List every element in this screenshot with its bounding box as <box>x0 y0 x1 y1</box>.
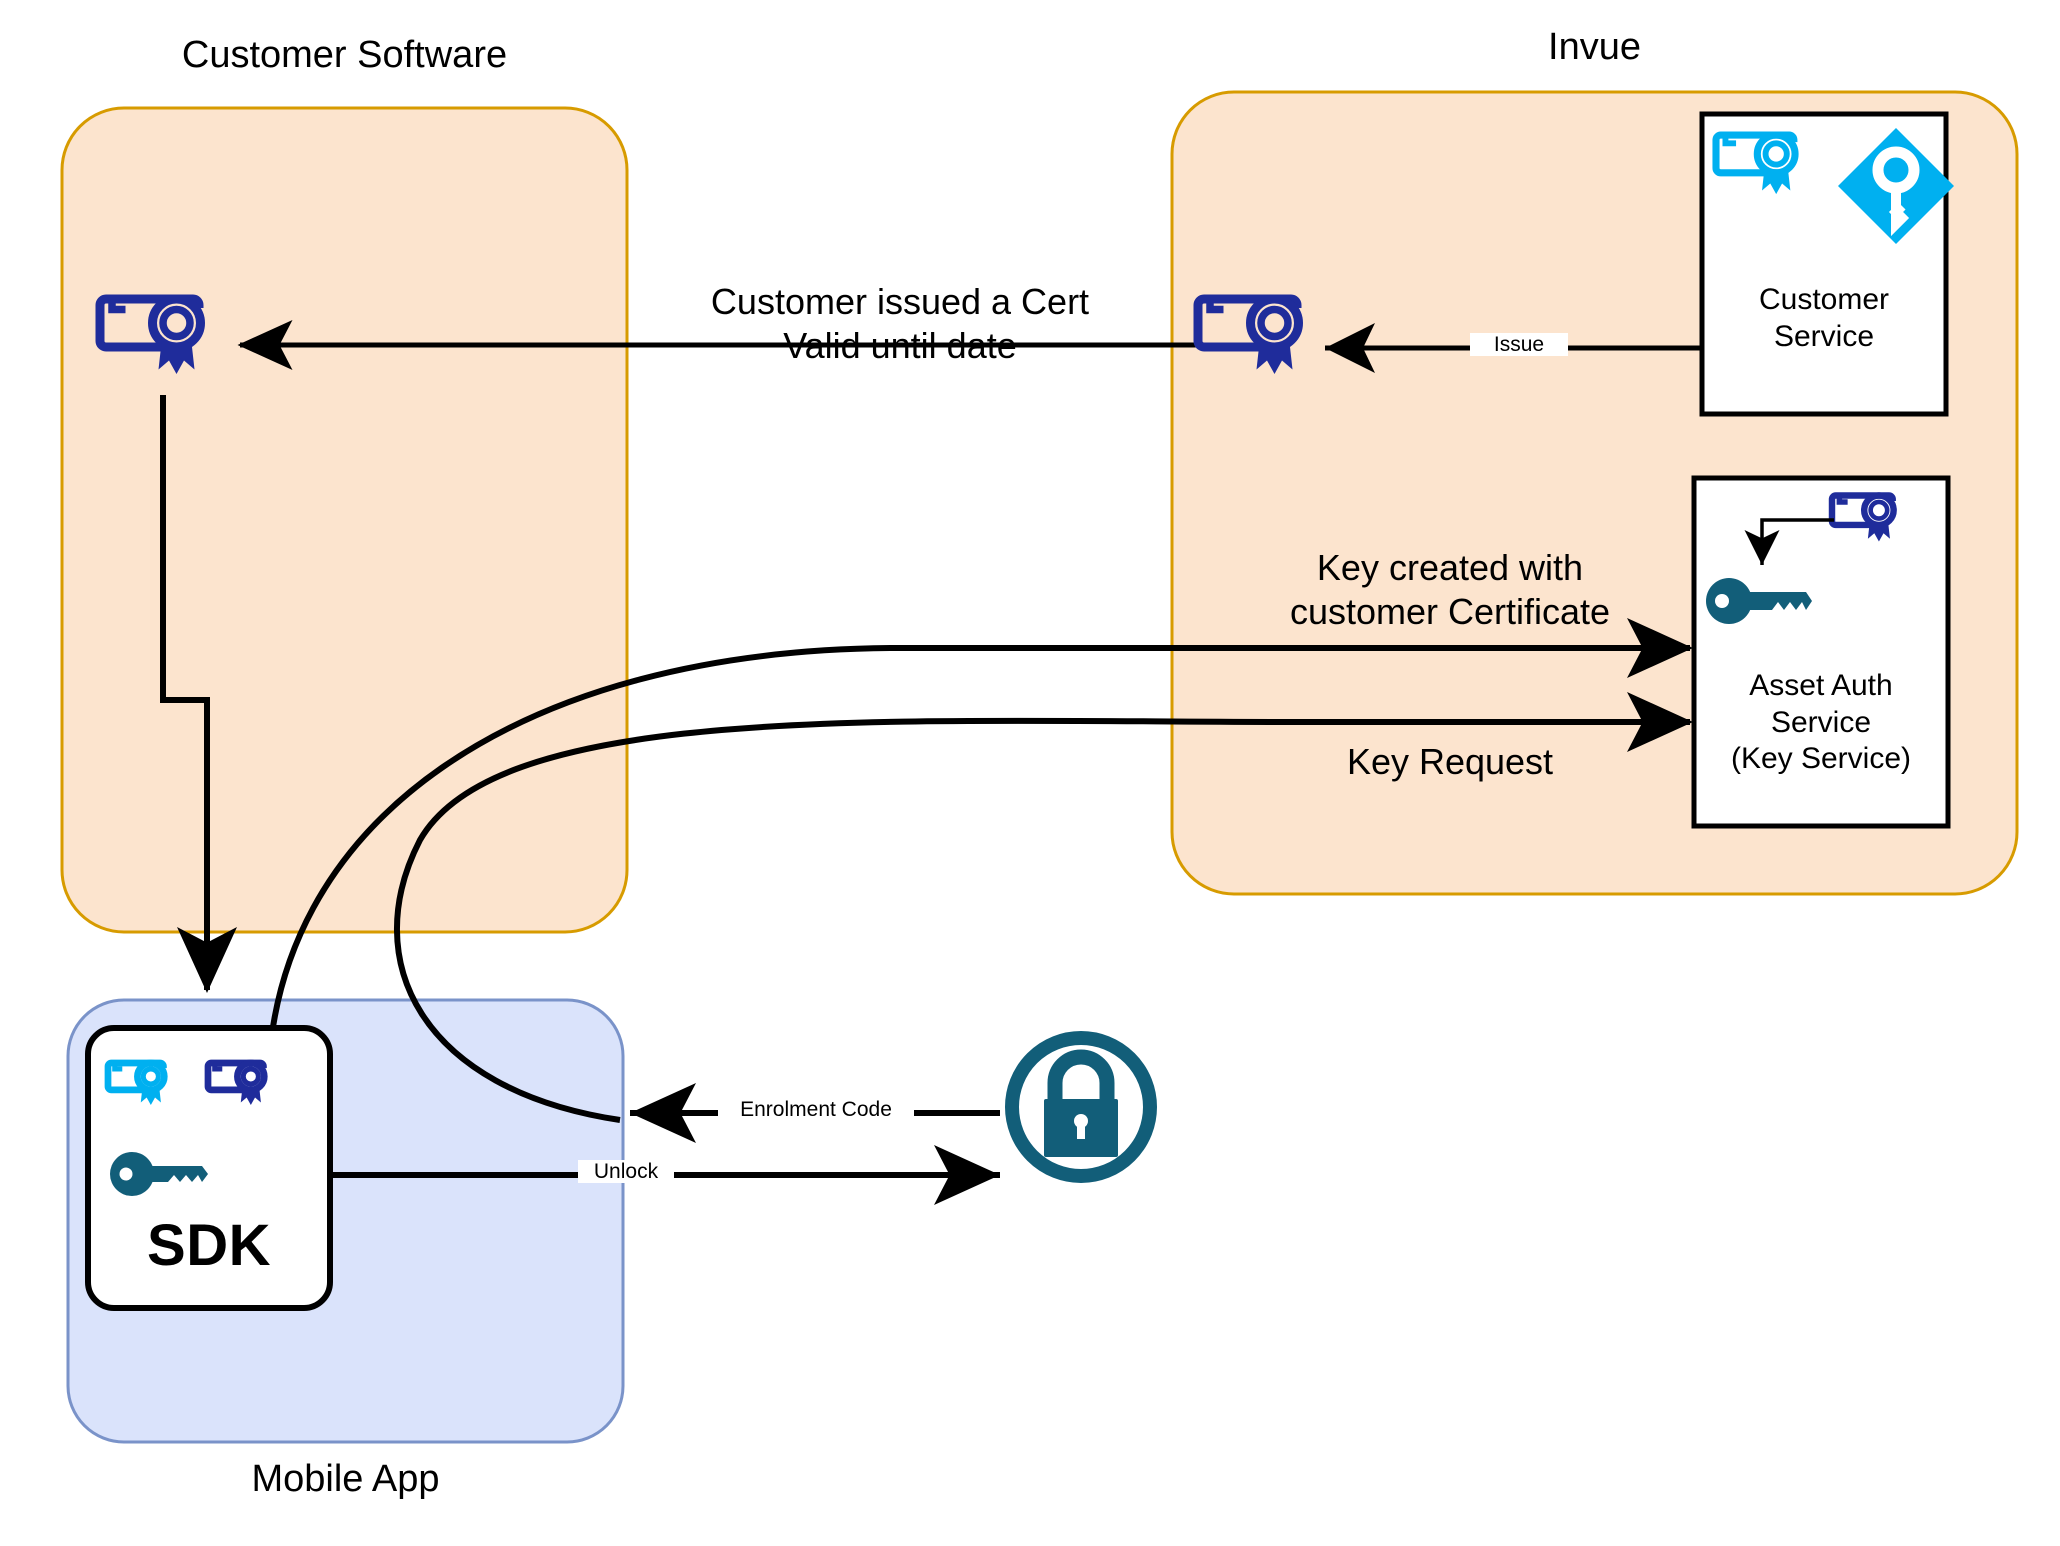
node-label-sdk: SDK <box>147 1213 271 1278</box>
edge-label-key-created: Key created with customer Certificate <box>1289 547 1611 632</box>
edge-label-key-request: Key Request <box>1346 741 1554 782</box>
node-label-asset-auth-service: Asset Auth Service (Key Service) <box>1730 669 1912 776</box>
zone-title-customer-software: Customer Software <box>181 34 508 76</box>
zone-customer-software <box>60 106 629 934</box>
edge-label-customer-issued-cert: Customer issued a Cert Valid until date <box>710 281 1090 366</box>
zone-title-invue: Invue <box>1548 26 1641 68</box>
edge-label-issue: Issue <box>1470 333 1568 357</box>
node-label-customer-service: Customer Service <box>1758 283 1890 353</box>
diagram-canvas: Customer Software Invue Mobile App Custo… <box>0 0 2060 1546</box>
edge-label-unlock: Unlock <box>578 1160 674 1184</box>
edge-label-enrolment-code: Enrolment Code <box>718 1098 914 1122</box>
padlock-icon <box>1005 1031 1157 1183</box>
zone-title-mobile-app: Mobile App <box>251 1458 440 1500</box>
